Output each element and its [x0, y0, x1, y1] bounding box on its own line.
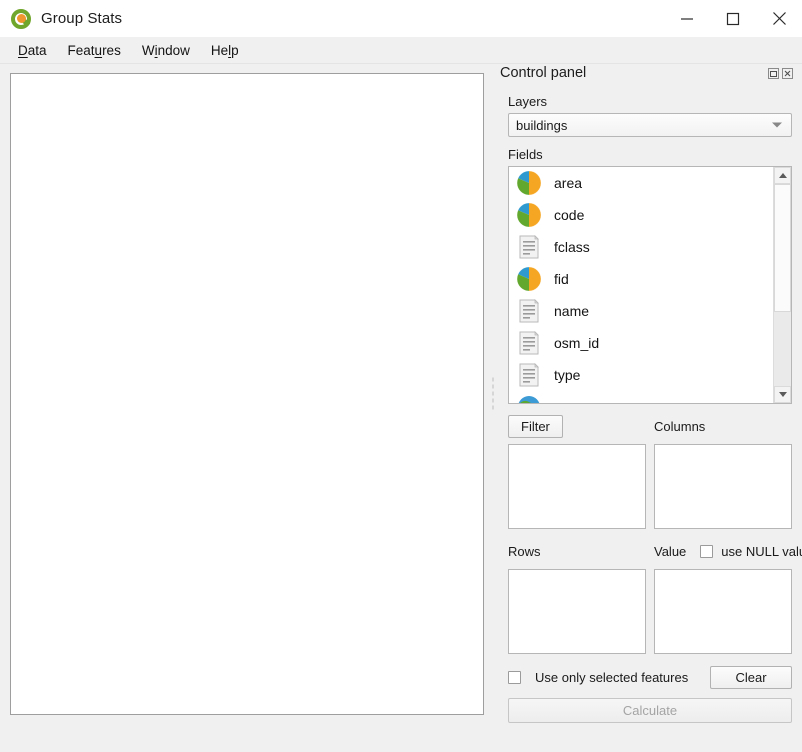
text-field-icon [519, 331, 539, 355]
minimize-button[interactable] [664, 0, 710, 37]
menu-data-mnemonic: D [18, 42, 28, 58]
use-null-values-label: use NULL values [721, 543, 802, 559]
close-panel-icon [782, 67, 793, 79]
filter-column: Filter [508, 414, 646, 529]
use-only-selected-features-label: Use only selected features [535, 670, 689, 685]
qgis-logo-icon [10, 8, 32, 30]
value-header: Value use NULL values [654, 539, 802, 563]
use-null-values-checkbox[interactable] [700, 544, 714, 558]
field-label: area [554, 175, 583, 191]
triangle-down-icon [778, 392, 787, 397]
rows-label: Rows [508, 543, 541, 559]
columns-label: Columns [654, 418, 706, 434]
rows-dropzone[interactable] [508, 569, 646, 654]
fields-list[interactable]: area code fclass fid name osm_idtype [509, 167, 773, 403]
text-field-icon [519, 235, 539, 259]
panel-splitter[interactable] [489, 73, 497, 715]
clear-button[interactable]: Clear [710, 666, 792, 689]
window-title: Group Stats [41, 10, 123, 27]
menu-features-post: res [102, 42, 121, 58]
numeric-field-icon [516, 266, 542, 292]
control-panel-title: Control panel [500, 65, 587, 81]
filter-header: Filter [508, 414, 646, 438]
field-label: fid [554, 271, 569, 287]
menu-data[interactable]: Data [9, 40, 56, 61]
close-icon [772, 12, 786, 25]
menu-window[interactable]: Window [133, 40, 199, 61]
close-panel-button[interactable] [782, 67, 793, 79]
layers-combobox[interactable]: buildings [508, 113, 792, 137]
field-label: name [554, 303, 590, 319]
calculate-button[interactable]: Calculate [508, 698, 792, 723]
menu-bar: Data Features Window Help [0, 37, 802, 64]
numeric-field-icon [516, 202, 542, 228]
field-list-item[interactable]: fclass [509, 231, 773, 263]
value-column: Value use NULL values [654, 539, 802, 654]
menu-data-post: ata [27, 42, 47, 58]
columns-column: Columns [654, 414, 792, 529]
rows-column: Rows [508, 539, 646, 654]
chevron-down-icon [772, 122, 782, 128]
fields-label: Fields [508, 147, 543, 162]
control-panel: Control panel Layers buildings Fields ar… [498, 62, 802, 723]
fields-scrollbar[interactable] [773, 167, 791, 403]
filter-button[interactable]: Filter [508, 414, 563, 438]
maximize-button[interactable] [710, 0, 756, 37]
menu-help[interactable]: Help [202, 40, 248, 61]
field-list-item[interactable]: type [509, 359, 773, 391]
control-panel-header: Control panel [498, 62, 796, 84]
columns-dropzone[interactable] [654, 444, 792, 529]
text-field-icon [519, 299, 539, 323]
field-list-item[interactable]: osm_id [509, 327, 773, 359]
dock-buttons [768, 67, 796, 79]
field-label: osm_id [554, 335, 600, 351]
field-label: code [554, 207, 585, 223]
filter-columns-row: Filter Columns [508, 414, 792, 529]
menu-help-pre: He [210, 42, 229, 58]
title-bar: Group Stats [0, 0, 802, 37]
field-label: type [554, 367, 581, 383]
menu-help-post: p [231, 42, 239, 58]
field-list-item[interactable]: fid [509, 263, 773, 295]
field-list-item[interactable]: area [509, 167, 773, 199]
text-field-icon [519, 363, 539, 387]
menu-window-post: ndow [157, 42, 190, 58]
field-label: fclass [554, 239, 590, 255]
bottom-controls-row: Use only selected features Clear [508, 666, 792, 689]
float-panel-button[interactable] [768, 67, 779, 79]
use-only-selected-features-checkbox[interactable] [508, 671, 521, 684]
scroll-down-button[interactable] [774, 386, 791, 403]
scrollbar-thumb[interactable] [774, 184, 791, 312]
value-label: Value [654, 543, 687, 559]
layers-label: Layers [508, 94, 548, 109]
rows-header: Rows [508, 539, 646, 563]
splitter-grip-icon [492, 376, 494, 412]
field-list-item[interactable] [509, 391, 773, 403]
numeric-field-icon [516, 170, 542, 196]
field-list-item[interactable]: name [509, 295, 773, 327]
control-panel-body: Layers buildings Fields area code fclass fi… [498, 94, 802, 723]
group-stats-window: Group Stats Data Features Window Help Co… [0, 0, 802, 752]
menu-features[interactable]: Features [59, 40, 130, 61]
layers-selected-value: buildings [516, 117, 568, 133]
menu-features-mnemonic: u [94, 42, 103, 58]
fields-list-container: area code fclass fid name osm_idtype [508, 166, 792, 404]
scrollbar-track[interactable] [774, 184, 791, 386]
triangle-up-icon [778, 173, 787, 178]
menu-window-pre: W [141, 42, 155, 58]
filter-dropzone[interactable] [508, 444, 646, 529]
columns-header: Columns [654, 414, 792, 438]
scroll-up-button[interactable] [774, 167, 791, 184]
menu-features-pre: Feat [67, 42, 95, 58]
rows-value-row: Rows Value use NULL values [508, 539, 802, 654]
maximize-icon [726, 12, 740, 25]
value-dropzone[interactable] [654, 569, 792, 654]
field-list-item[interactable]: code [509, 199, 773, 231]
window-controls [664, 0, 802, 37]
geometry-field-icon [518, 396, 540, 403]
results-table[interactable] [10, 73, 484, 715]
float-panel-icon [768, 67, 779, 79]
close-button[interactable] [756, 0, 802, 37]
minimize-icon [681, 17, 693, 20]
